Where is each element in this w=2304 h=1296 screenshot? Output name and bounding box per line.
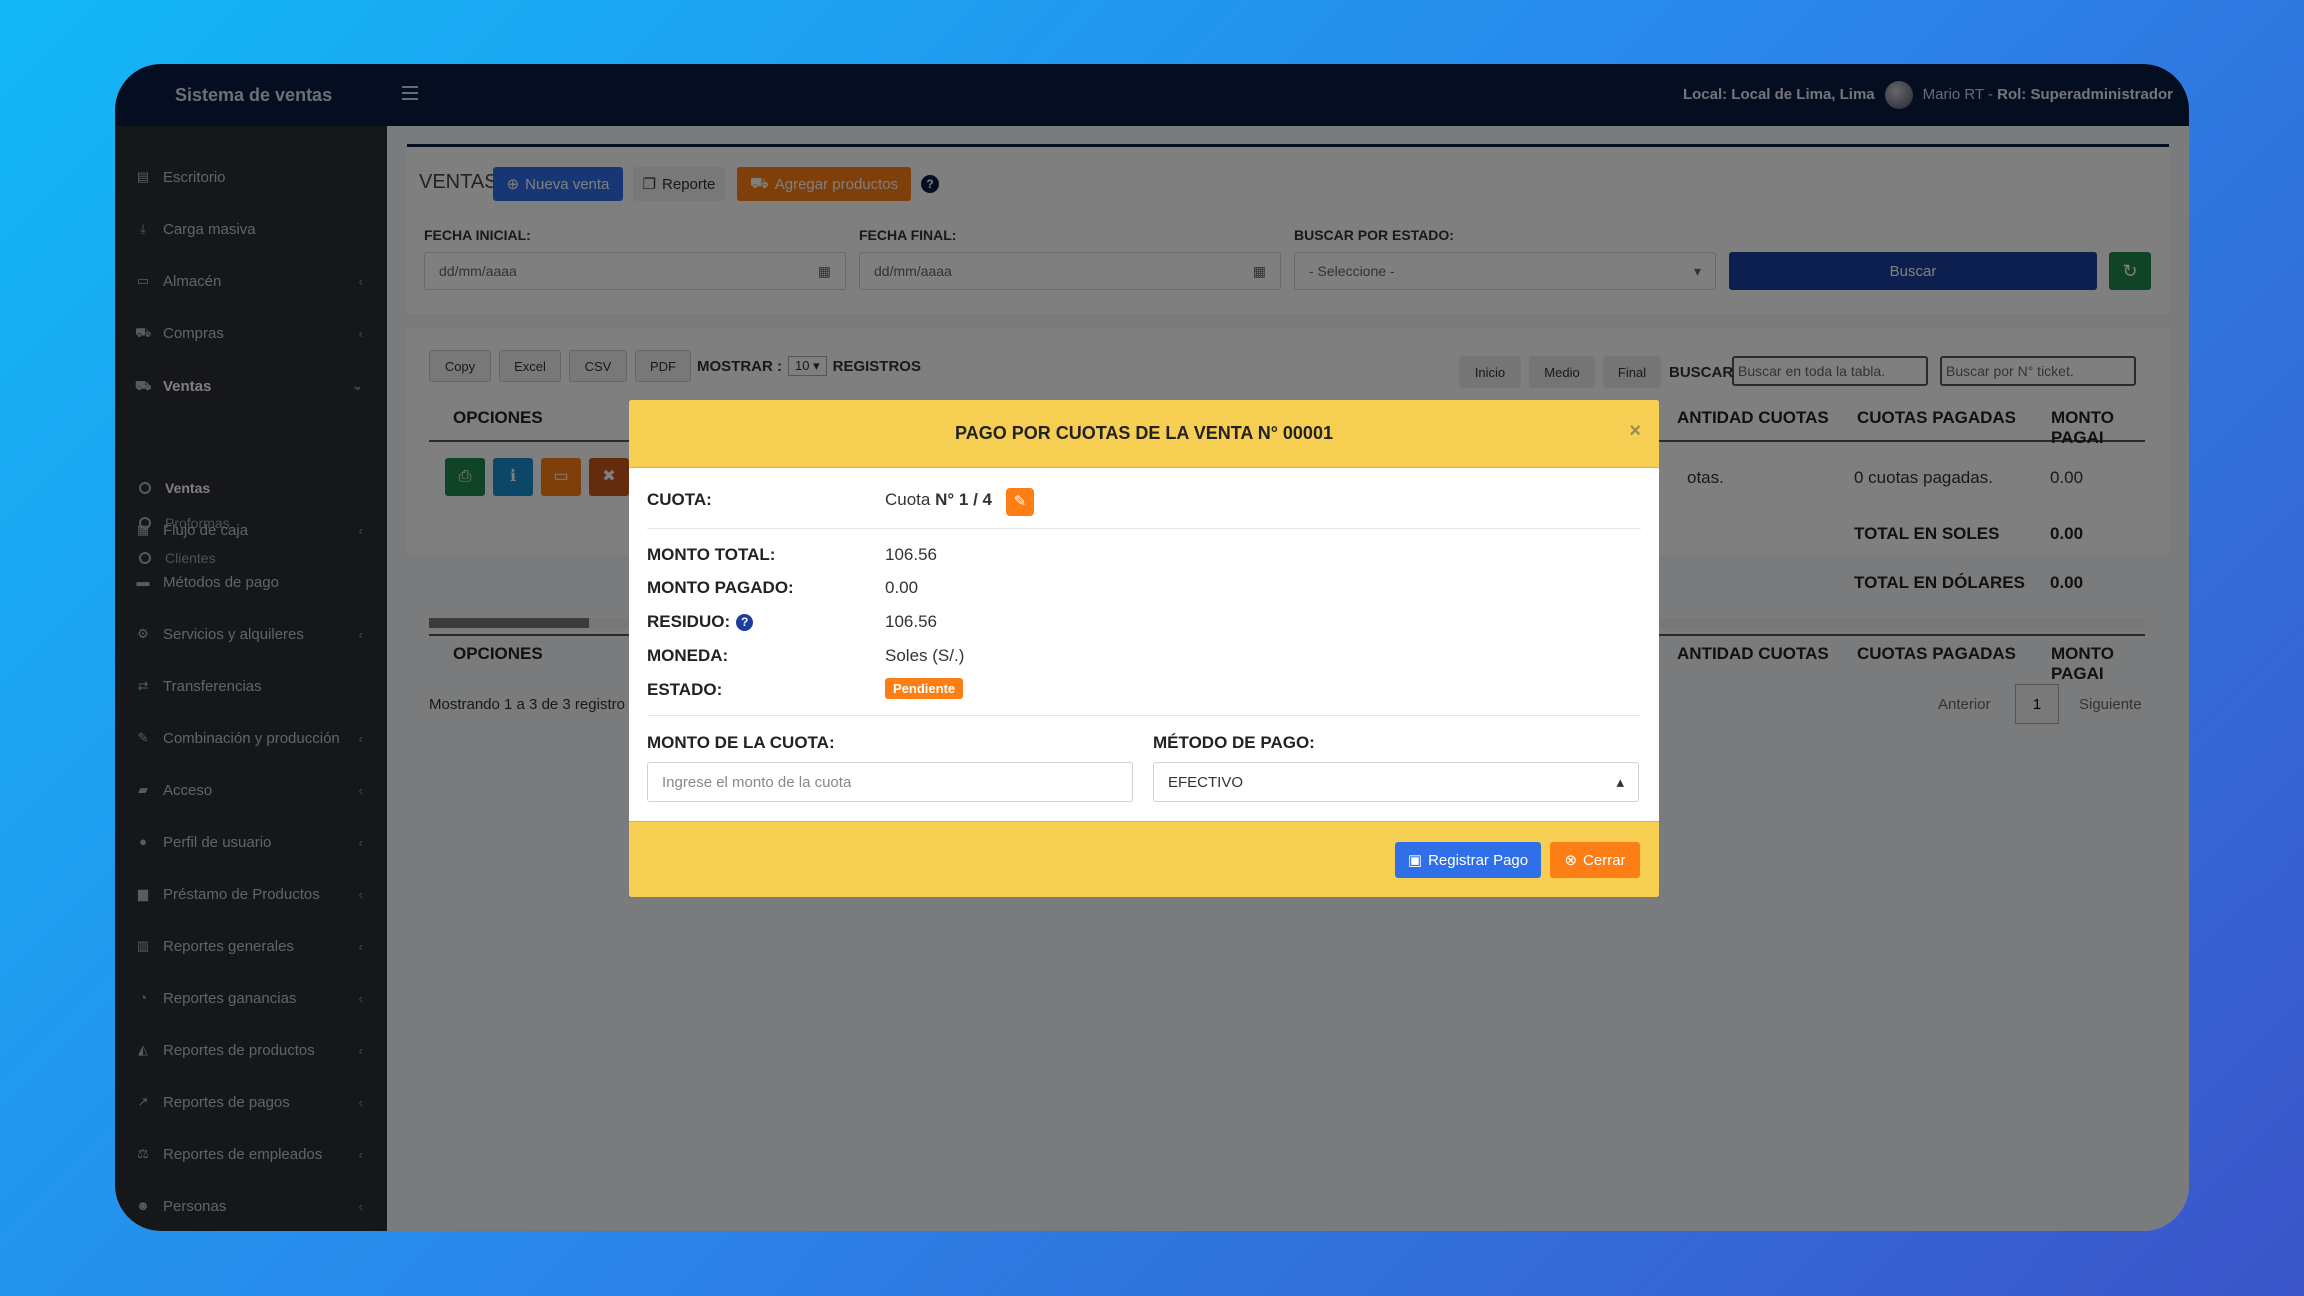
register-payment-label: Registrar Pago [1428, 851, 1529, 869]
chevron-up-icon: ▴ [1616, 774, 1624, 791]
method-select[interactable]: EFECTIVO ▴ [1153, 762, 1639, 802]
paid-label: MONTO PAGADO: [647, 578, 794, 597]
register-payment-button[interactable]: ▣ Registrar Pago [1395, 842, 1541, 878]
total-label: MONTO TOTAL: [647, 545, 776, 564]
amount-placeholder: Ingrese el monto de la cuota [662, 773, 852, 791]
modal-header: PAGO POR CUOTAS DE LA VENTA N° 00001 × [629, 400, 1659, 468]
modal-overlay: PAGO POR CUOTAS DE LA VENTA N° 00001 × C… [0, 0, 2304, 1296]
save-icon: ▣ [1407, 852, 1423, 869]
residue-label: RESIDUO: [647, 612, 731, 631]
residue-value: 106.56 [885, 612, 937, 631]
edit-icon[interactable]: ✎ [1006, 488, 1034, 516]
amount-label: MONTO DE LA CUOTA: [647, 733, 835, 752]
currency-label: MONEDA: [647, 646, 729, 665]
installment-payment-modal: PAGO POR CUOTAS DE LA VENTA N° 00001 × C… [629, 400, 1659, 897]
currency-value: Soles (S/.) [885, 646, 965, 665]
cuota-label: CUOTA: [647, 490, 712, 509]
method-label: MÉTODO DE PAGO: [1153, 733, 1315, 752]
method-select-value: EFECTIVO [1168, 773, 1244, 791]
times-circle-icon: ⊗ [1564, 852, 1578, 869]
divider [647, 528, 1641, 529]
cuota-number: N° 1 / 4 [935, 490, 992, 509]
modal-footer: ▣ Registrar Pago ⊗ Cerrar [629, 821, 1659, 897]
close-icon[interactable]: × [1629, 420, 1641, 443]
paid-value: 0.00 [885, 578, 919, 597]
close-button[interactable]: ⊗ Cerrar [1550, 842, 1640, 878]
close-button-label: Cerrar [1583, 851, 1626, 869]
cuota-prefix: Cuota [885, 490, 931, 509]
modal-title: PAGO POR CUOTAS DE LA VENTA N° 00001 [955, 423, 1333, 443]
amount-input[interactable]: Ingrese el monto de la cuota [647, 762, 1133, 802]
residue-label-row: RESIDUO:? [647, 612, 754, 632]
status-label: ESTADO: [647, 680, 723, 699]
divider [647, 715, 1641, 716]
status-value: Pendiente [885, 678, 964, 699]
status-badge: Pendiente [885, 678, 964, 699]
help-icon[interactable]: ? [736, 613, 754, 631]
cuota-value: Cuota N° 1 / 4 [885, 490, 992, 510]
total-value: 106.56 [885, 545, 937, 564]
